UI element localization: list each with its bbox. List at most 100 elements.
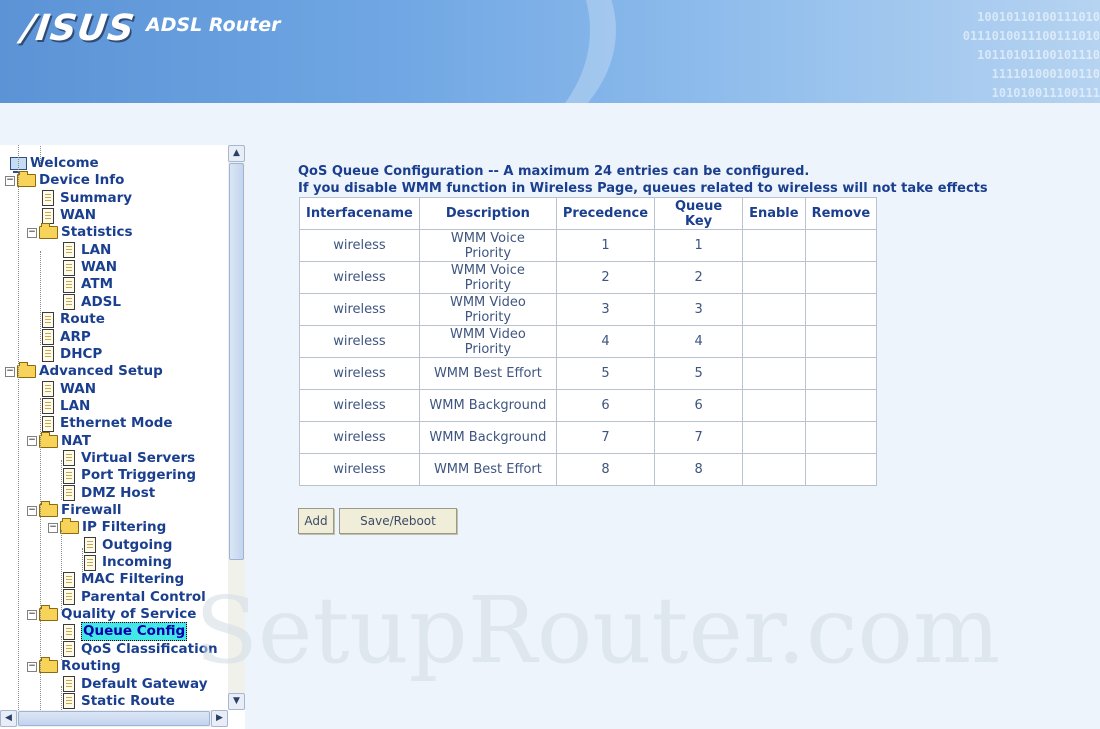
sidebar-item-label: Device Info: [39, 172, 125, 189]
sidebar-item[interactable]: Default Gateway: [63, 676, 208, 693]
sidebar-item-label: DMZ Host: [81, 484, 156, 501]
collapse-toggle-icon[interactable]: −: [5, 366, 15, 377]
table-cell: [742, 421, 806, 454]
table-cell: [742, 357, 806, 390]
sidebar-item[interactable]: Summary: [42, 190, 132, 207]
table-cell: WMM Video Priority: [418, 293, 557, 326]
sidebar-item[interactable]: Port Triggering: [63, 467, 196, 484]
sidebar-item[interactable]: Parental Control: [63, 589, 206, 606]
add-button[interactable]: Add: [298, 508, 334, 534]
sidebar-item-label: Queue Config: [81, 622, 188, 642]
sidebar-item[interactable]: − Routing: [27, 657, 121, 675]
sidebar-item[interactable]: ARP: [42, 329, 91, 346]
sidebar-item[interactable]: Outgoing: [84, 537, 172, 554]
folder-icon: [39, 605, 58, 622]
sidebar-item[interactable]: Route: [42, 311, 105, 328]
column-header: Description: [418, 197, 557, 230]
scroll-up-arrow-icon[interactable]: ▲: [228, 145, 245, 162]
page-icon: [63, 485, 75, 502]
page-icon: [63, 693, 75, 710]
sidebar-item-label: Route: [60, 311, 105, 328]
sidebar-item[interactable]: − Statistics: [27, 223, 133, 241]
table-cell: [804, 421, 878, 454]
page-icon: [63, 641, 75, 658]
table-cell: [742, 325, 806, 358]
folder-icon: [39, 657, 58, 674]
table-cell: 7: [654, 421, 744, 454]
sidebar-item[interactable]: − Firewall: [27, 501, 122, 519]
nav-horizontal-scrollbar[interactable]: ◀ ▶: [0, 710, 228, 727]
sidebar-item[interactable]: WAN: [42, 381, 96, 398]
sidebar-item[interactable]: − IP Filtering: [48, 518, 166, 536]
sidebar-item[interactable]: ATM: [63, 276, 113, 293]
collapse-toggle-icon[interactable]: −: [27, 436, 37, 447]
sidebar-item[interactable]: Virtual Servers: [63, 450, 195, 467]
page-icon: [63, 676, 75, 692]
sidebar-item-label: NAT: [61, 432, 91, 449]
table-cell: 2: [654, 261, 744, 294]
sidebar-item[interactable]: − Quality of Service: [27, 605, 196, 623]
sidebar-item-label: Statistics: [61, 224, 133, 241]
table-cell: WMM Background: [418, 389, 557, 422]
sidebar-item[interactable]: WAN: [42, 207, 96, 224]
scroll-right-arrow-icon[interactable]: ▶: [211, 710, 228, 727]
page-icon: [84, 537, 96, 554]
sidebar-item[interactable]: − Advanced Setup: [5, 362, 163, 380]
sidebar-item[interactable]: DMZ Host: [63, 485, 155, 502]
tree-guide-line: [40, 251, 41, 345]
scroll-down-arrow-icon[interactable]: ▼: [228, 693, 245, 710]
table-cell: [742, 229, 806, 262]
table-cell: 1: [555, 229, 656, 262]
table-cell: 6: [654, 389, 744, 422]
scroll-thumb-horizontal[interactable]: [18, 711, 210, 726]
folder-icon: [39, 501, 58, 517]
page-icon: [63, 276, 75, 293]
sidebar-item[interactable]: Static Route: [63, 693, 175, 710]
sidebar-item-label: Ethernet Mode: [60, 415, 173, 432]
collapse-toggle-icon[interactable]: −: [27, 609, 37, 620]
table-cell: wireless: [299, 421, 420, 454]
collapse-toggle-icon[interactable]: −: [27, 661, 37, 672]
sidebar-item[interactable]: LAN: [63, 242, 111, 259]
sidebar-item[interactable]: Incoming: [84, 554, 172, 571]
page-title: QoS Queue Configuration -- A maximum 24 …: [298, 163, 988, 197]
watermark: SetupRouter.com: [195, 577, 1001, 684]
sidebar-item[interactable]: QoS Classification: [63, 641, 218, 658]
table-row: wireless WMM Background 7 7: [299, 421, 878, 454]
save-reboot-button[interactable]: Save/Reboot: [339, 508, 457, 534]
table-cell: WMM Video Priority: [418, 325, 557, 358]
table-header-row: Interfacename Description Precedence Que…: [299, 197, 878, 230]
collapse-toggle-icon[interactable]: −: [5, 175, 15, 186]
sidebar-item[interactable]: LAN: [42, 398, 90, 415]
scroll-thumb-vertical[interactable]: [229, 163, 244, 560]
page-icon: [63, 571, 75, 588]
collapse-toggle-icon[interactable]: −: [48, 522, 58, 533]
table-row: wireless WMM Background 6 6: [299, 389, 878, 422]
nav-vertical-scrollbar[interactable]: ▲ ▼: [228, 145, 245, 710]
sidebar-item[interactable]: Queue Config: [63, 622, 188, 642]
scroll-left-arrow-icon[interactable]: ◀: [0, 710, 17, 727]
table-cell: [742, 261, 806, 294]
heading-line-1: QoS Queue Configuration -- A maximum 24 …: [298, 164, 810, 179]
folder-icon: [39, 431, 58, 448]
table-row: wireless WMM Best Effort 5 5: [299, 357, 878, 390]
sidebar-item[interactable]: − Device Info: [5, 171, 125, 189]
folder-icon: [17, 362, 36, 379]
page-icon: [63, 623, 75, 640]
table-cell: wireless: [299, 325, 420, 358]
page-icon: [63, 242, 75, 259]
sidebar-item[interactable]: WAN: [63, 259, 117, 276]
table-cell: 6: [555, 389, 656, 422]
collapse-toggle-icon[interactable]: −: [27, 505, 37, 516]
sidebar-item[interactable]: − NAT: [27, 431, 91, 450]
sidebar-item-label: LAN: [60, 397, 91, 414]
table-cell: 8: [654, 453, 744, 486]
collapse-toggle-icon[interactable]: −: [27, 227, 37, 238]
sidebar-item[interactable]: Welcome: [10, 155, 99, 173]
table-row: wireless WMM Voice Priority 2 2: [299, 261, 878, 294]
sidebar-item[interactable]: ADSL: [63, 294, 121, 311]
asus-logo: /ISUS: [19, 8, 138, 49]
sidebar-item[interactable]: DHCP: [42, 346, 102, 363]
sidebar-item[interactable]: Ethernet Mode: [42, 415, 173, 432]
sidebar-item-label: WAN: [81, 259, 118, 276]
